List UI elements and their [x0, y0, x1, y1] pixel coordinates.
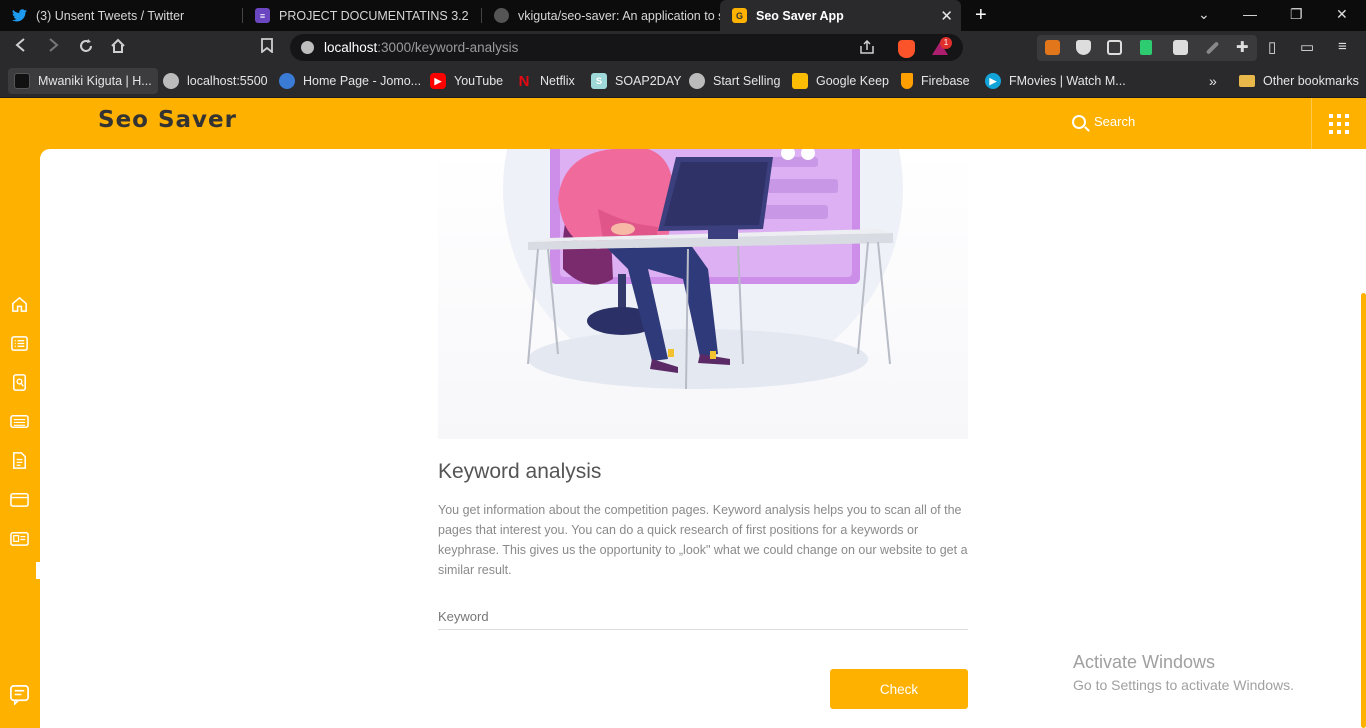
- home-icon: [12, 296, 27, 312]
- netflix-icon: N: [518, 72, 530, 90]
- check-button[interactable]: Check: [830, 669, 968, 709]
- bookmarks-bar: Mwaniki Kiguta | H... localhost:5500 Hom…: [0, 64, 1366, 98]
- tab-seo-saver[interactable]: G Seo Saver App ✕: [720, 0, 961, 31]
- minimize-icon[interactable]: —: [1243, 6, 1257, 22]
- close-window-icon[interactable]: ✕: [1336, 6, 1348, 23]
- folder-icon: [1239, 75, 1255, 87]
- bookmark-item[interactable]: Start Selling: [689, 72, 780, 90]
- search-label: Search: [1094, 114, 1136, 129]
- document-search-icon: [13, 374, 26, 391]
- sidebar-item-report[interactable]: [10, 451, 29, 470]
- sidebar-toggle-icon[interactable]: ▯: [1268, 38, 1276, 56]
- activation-title: Activate Windows: [1073, 652, 1216, 672]
- brand-logo[interactable]: Seo Saver: [98, 107, 237, 133]
- other-bookmarks-folder[interactable]: Other bookmarks: [1239, 72, 1359, 90]
- tab-project-documentations[interactable]: ≡ PROJECT DOCUMENTATINS 3.2: [243, 0, 482, 31]
- sidebar-item-keyword-analysis[interactable]: [10, 412, 29, 431]
- chat-icon[interactable]: [9, 684, 30, 706]
- picture-in-picture-icon[interactable]: [1107, 40, 1122, 55]
- metamask-icon[interactable]: [1045, 40, 1060, 55]
- sidebar-item-home[interactable]: [10, 295, 29, 314]
- brave-shields-icon[interactable]: [898, 40, 915, 58]
- tab-title: (3) Unsent Tweets / Twitter: [36, 8, 185, 23]
- person-at-computer-illustration: [438, 149, 968, 439]
- search-button[interactable]: Search: [1072, 114, 1135, 129]
- app-header: Seo Saver Search: [0, 98, 1366, 149]
- home-icon[interactable]: [110, 38, 126, 59]
- site-info-icon[interactable]: [301, 41, 314, 54]
- browser-window-icon: [10, 493, 29, 507]
- sidebar-item-list[interactable]: [10, 334, 29, 353]
- sidebar-item-news[interactable]: [10, 529, 29, 548]
- reload-icon[interactable]: [78, 38, 94, 59]
- youtube-icon: ▶: [430, 73, 446, 89]
- forward-icon[interactable]: [46, 38, 60, 57]
- tab-twitter[interactable]: (3) Unsent Tweets / Twitter: [0, 0, 243, 31]
- bookmark-item[interactable]: Mwaniki Kiguta | H...: [8, 68, 158, 94]
- bookmark-item[interactable]: Home Page - Jomo...: [279, 72, 421, 90]
- seo-saver-favicon-icon: G: [732, 8, 747, 23]
- bookmark-item[interactable]: ▶ YouTube: [430, 72, 503, 90]
- document-icon: [13, 452, 26, 469]
- activation-subtitle: Go to Settings to activate Windows.: [1073, 677, 1294, 693]
- site-favicon-icon: [14, 73, 30, 89]
- keyboard-icon: [10, 415, 29, 428]
- page-description: You get information about the competitio…: [438, 503, 968, 577]
- tab-title: PROJECT DOCUMENTATINS 3.2: [279, 8, 469, 23]
- sidebar: [0, 149, 40, 728]
- url-text: localhost:3000/keyword-analysis: [324, 40, 519, 55]
- soap2day-icon: S: [591, 73, 607, 89]
- firebase-icon: [901, 73, 913, 89]
- tab-title: vkiguta/seo-saver: An application to st: [518, 8, 720, 23]
- bookmark-item[interactable]: S SOAP2DAY: [591, 72, 681, 90]
- university-crest-icon: [279, 73, 295, 89]
- bitwarden-icon[interactable]: [1076, 40, 1091, 55]
- page-scrollbar[interactable]: [1361, 293, 1366, 728]
- keyword-input[interactable]: [438, 604, 968, 630]
- newspaper-icon: [10, 532, 29, 546]
- list-icon: ≡: [255, 8, 270, 23]
- restore-icon[interactable]: ❐: [1290, 6, 1303, 23]
- close-tab-icon[interactable]: ✕: [940, 7, 953, 25]
- search-icon: [1072, 114, 1086, 129]
- brave-rewards-icon[interactable]: 1: [931, 37, 952, 57]
- page-title: Keyword analysis: [438, 460, 602, 483]
- apps-grid-icon[interactable]: [1329, 114, 1349, 134]
- sidebar-item-browser[interactable]: [10, 490, 29, 509]
- back-icon[interactable]: [14, 38, 28, 57]
- main-content: Keyword analysis You get information abo…: [40, 149, 1366, 728]
- windows-activation-watermark: Activate Windows Go to Settings to activ…: [1073, 652, 1294, 693]
- wallet-icon[interactable]: ▭: [1300, 38, 1314, 56]
- bookmark-icon[interactable]: [261, 38, 273, 58]
- sidebar-item-document-search[interactable]: [10, 373, 29, 392]
- browser-menu-icon[interactable]: ≡: [1338, 38, 1347, 55]
- clipboard-icon[interactable]: [1173, 40, 1188, 55]
- globe-icon: [163, 73, 179, 89]
- list-icon: [11, 336, 28, 351]
- fmovies-play-icon: ▶: [985, 73, 1001, 89]
- browser-tab-strip: (3) Unsent Tweets / Twitter ≡ PROJECT DO…: [0, 0, 1366, 31]
- bookmark-item[interactable]: Firebase: [901, 72, 970, 90]
- bookmark-item[interactable]: ▶ FMovies | Watch M...: [985, 72, 1126, 90]
- tab-github[interactable]: vkiguta/seo-saver: An application to st: [482, 0, 720, 31]
- bookmark-item[interactable]: N Netflix: [516, 72, 575, 90]
- more-bookmarks-icon[interactable]: »: [1209, 72, 1217, 90]
- google-keep-icon: [792, 73, 808, 89]
- extensions-puzzle-icon[interactable]: ✚: [1236, 38, 1249, 56]
- tinker-extension-icon[interactable]: [1140, 40, 1152, 55]
- github-icon: [494, 8, 509, 23]
- globe-icon: [689, 73, 705, 89]
- rewards-badge: 1: [940, 37, 952, 49]
- address-bar[interactable]: localhost:3000/keyword-analysis: [290, 34, 963, 61]
- tab-search-chevron-icon[interactable]: ⌄: [1198, 6, 1210, 23]
- bookmark-item[interactable]: Google Keep: [792, 72, 889, 90]
- bookmark-item[interactable]: localhost:5500: [163, 72, 268, 90]
- share-icon[interactable]: [859, 39, 875, 59]
- new-tab-icon[interactable]: +: [975, 4, 987, 27]
- twitter-icon: [12, 8, 27, 23]
- tab-title: Seo Saver App: [756, 8, 844, 23]
